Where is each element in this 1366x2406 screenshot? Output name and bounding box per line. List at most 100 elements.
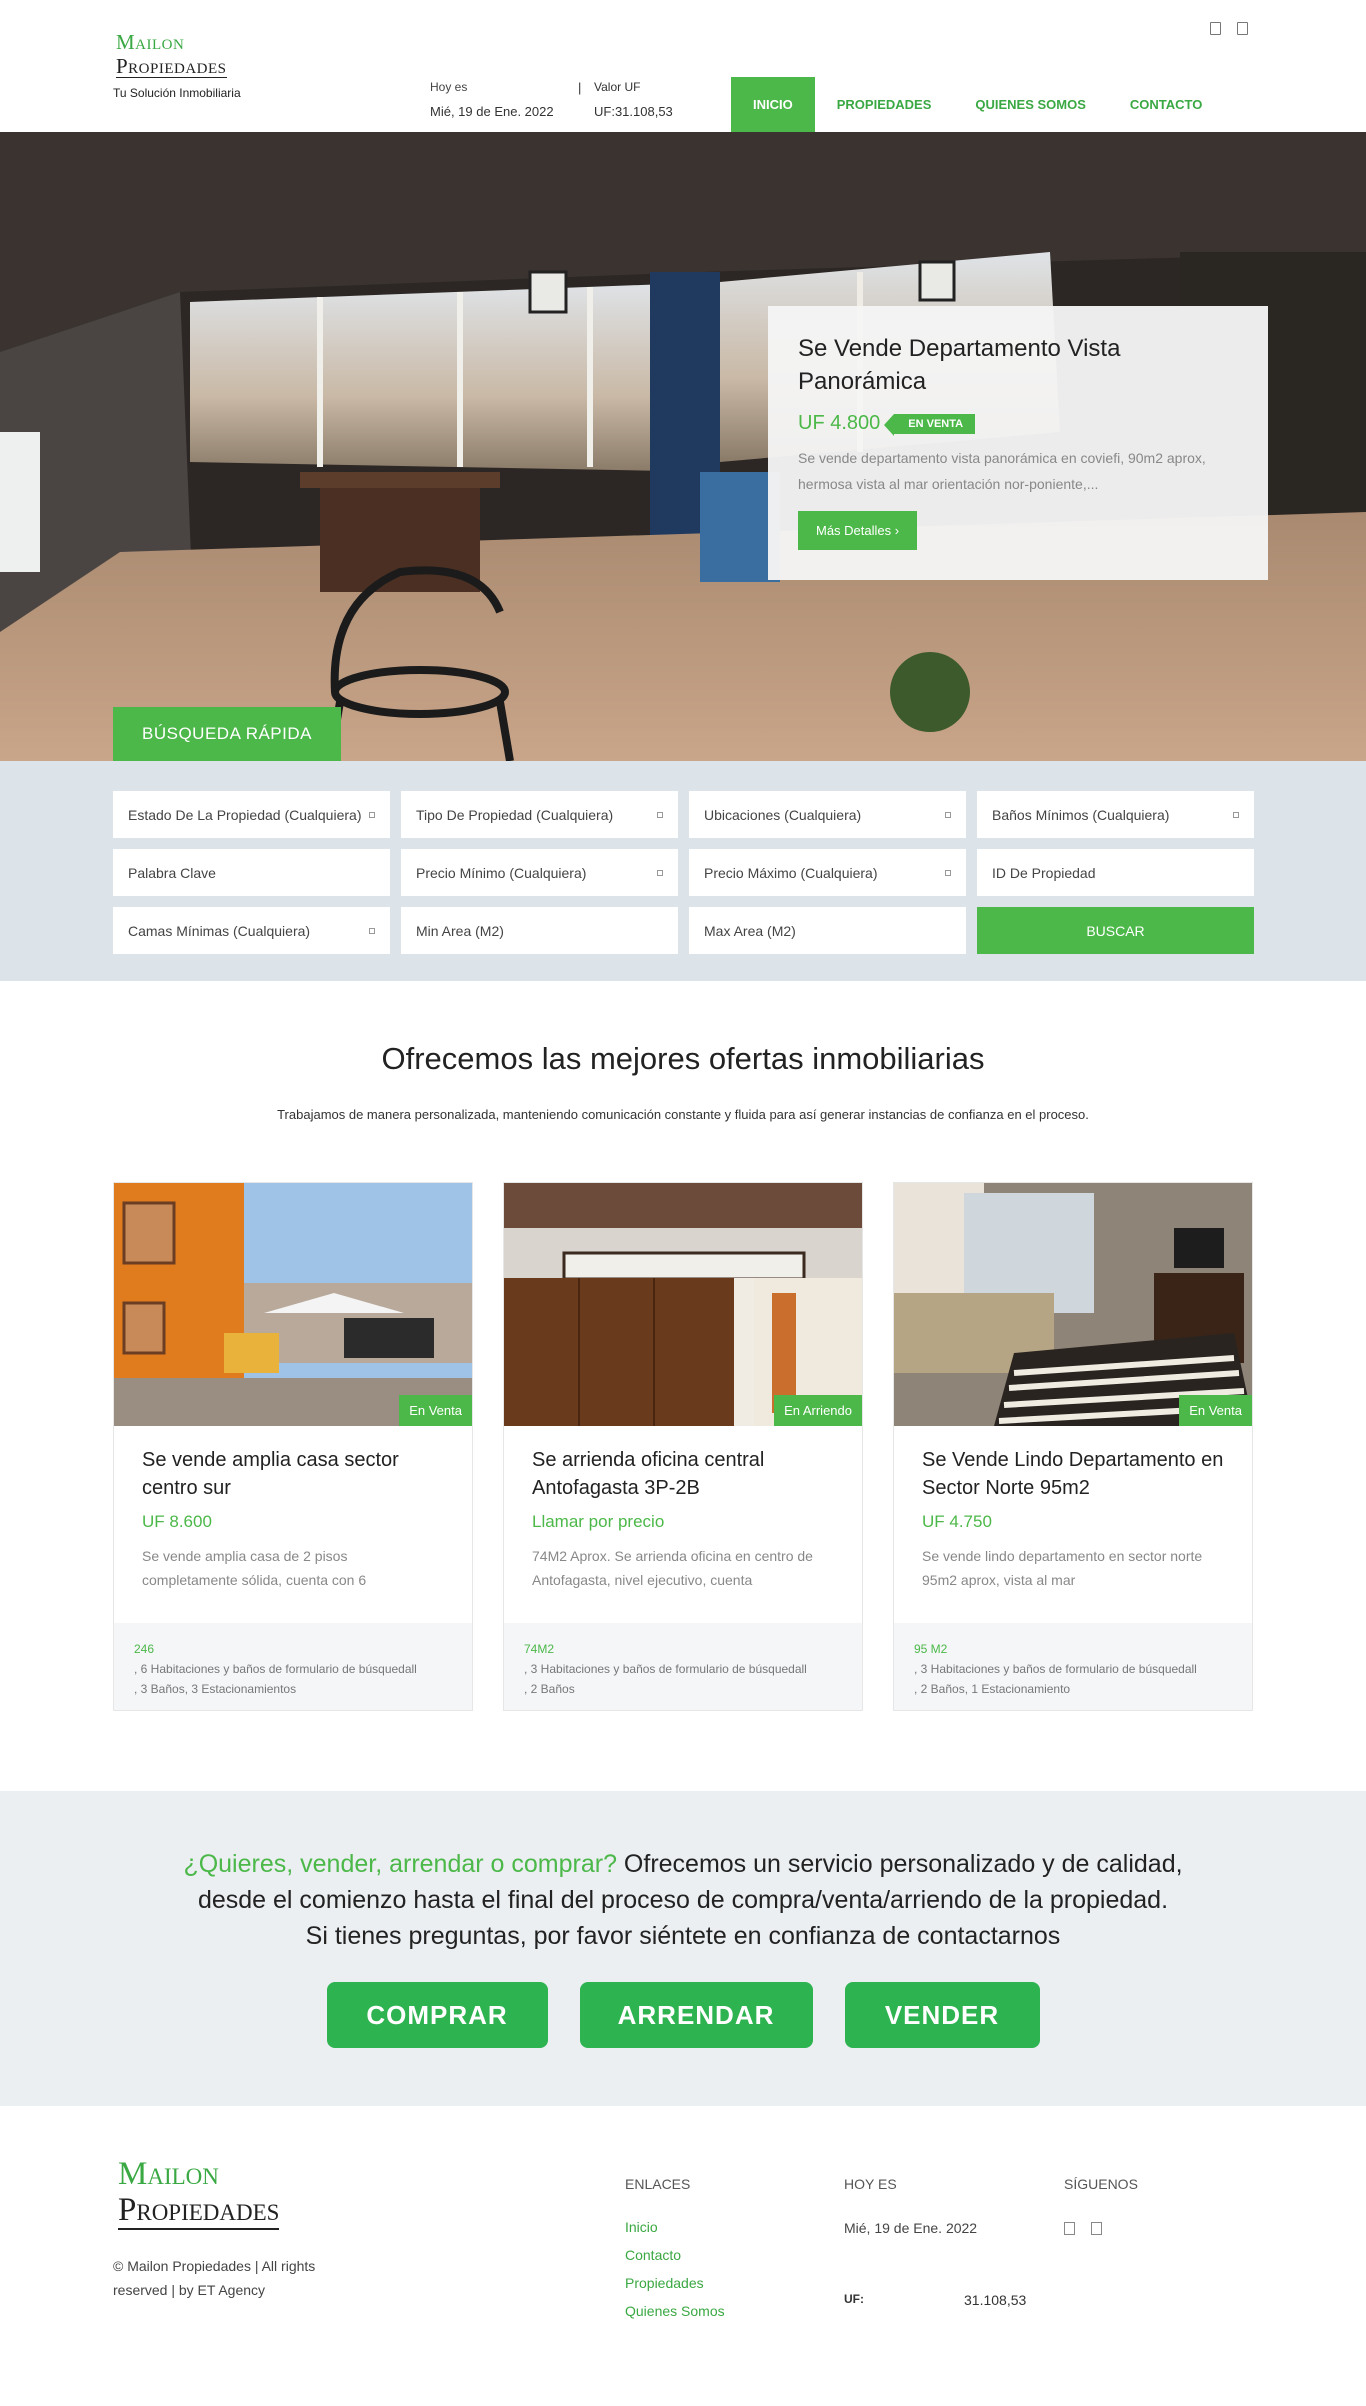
tagline: Tu Solución Inmobiliaria [113, 86, 241, 100]
today-heading: HOY ES [844, 2176, 897, 2192]
card-area: 95 M2 [914, 1642, 948, 1656]
cta-line-3: Si tienes preguntas, por favor siéntete … [305, 1922, 1061, 1950]
nav-inicio[interactable]: INICIO [731, 77, 815, 132]
min-price-select[interactable]: Precio Mínimo (Cualquiera) [401, 849, 678, 896]
property-image[interactable]: En Arriendo [504, 1183, 862, 1426]
uf-value: UF:31.108,53 [594, 104, 673, 119]
search-button[interactable]: BUSCAR [977, 907, 1254, 954]
max-price-label: Precio Máximo (Cualquiera) [704, 864, 878, 881]
cta-line-2: desde el comienzo hasta el final del pro… [197, 1886, 1169, 1914]
cta-highlight: ¿Quieres, vender, arrendar o comprar? [183, 1850, 617, 1878]
min-baths-label: Baños Mínimos (Cualquiera) [992, 806, 1170, 823]
footer-link-propiedades[interactable]: Propiedades [625, 2274, 725, 2292]
uf-label: Valor UF [594, 80, 641, 94]
offers-subheading: Trabajamos de manera personalizada, mant… [277, 1107, 1089, 1122]
date-value: Mié, 19 de Ene. 2022 [430, 104, 554, 119]
instagram-icon[interactable] [1091, 2222, 1102, 2235]
links-heading: ENLACES [625, 2176, 691, 2192]
card-meta: 95 M2 , 3 Habitaciones y baños de formul… [894, 1623, 1252, 1710]
footer-link-inicio[interactable]: Inicio [625, 2218, 725, 2236]
card-title[interactable]: Se Vende Lindo Departamento en Sector No… [922, 1446, 1224, 1502]
card-title[interactable]: Se vende amplia casa sector centro sur [142, 1446, 444, 1502]
property-card[interactable]: En Venta Se vende amplia casa sector cen… [113, 1182, 473, 1711]
logo-line1: Mailon [116, 30, 185, 54]
header-separator: | [578, 80, 582, 95]
type-select[interactable]: Tipo De Propiedad (Cualquiera) [401, 791, 678, 838]
min-beds-select[interactable]: Camas Mínimas (Cualquiera) [113, 907, 390, 954]
facebook-icon[interactable] [1210, 22, 1221, 35]
property-image[interactable]: En Venta [894, 1183, 1252, 1426]
featured-title[interactable]: Se Vende Departamento Vista Panorámica [798, 332, 1238, 398]
card-meta: 246 , 6 Habitaciones y baños de formular… [114, 1623, 472, 1710]
more-details-button[interactable]: Más Detalles › [798, 511, 918, 550]
card-rooms: , 6 Habitaciones y baños de formulario d… [134, 1662, 417, 1676]
nav-contacto[interactable]: CONTACTO [1108, 77, 1224, 132]
hero-slider: Se Vende Departamento Vista Panorámica U… [0, 132, 1366, 761]
card-title[interactable]: Se arrienda oficina central Antofagasta … [532, 1446, 834, 1502]
property-id-input[interactable]: ID De Propiedad [977, 849, 1254, 896]
card-area: 74M2 [524, 1642, 555, 1656]
instagram-icon[interactable] [1237, 22, 1248, 35]
comprar-button[interactable]: COMPRAR [326, 1982, 548, 2048]
nav-propiedades[interactable]: PROPIEDADES [815, 77, 954, 132]
dropdown-icon [369, 811, 375, 818]
footer-social: SÍGUENOS [1064, 2176, 1138, 2235]
location-select-label: Ubicaciones (Cualquiera) [704, 806, 862, 823]
footer-uf-value: 31.108,53 [964, 2292, 1027, 2308]
card-rooms: , 3 Habitaciones y baños de formulario d… [914, 1662, 1197, 1676]
property-id-placeholder: ID De Propiedad [992, 864, 1096, 881]
cta-section: ¿Quieres, vender, arrendar o comprar? Of… [0, 1791, 1366, 2106]
quick-search-form: Estado De La Propiedad (Cualquiera) Tipo… [0, 761, 1366, 981]
footer-uf: UF: 31.108,53 [844, 2292, 1026, 2308]
date-label: Hoy es [430, 80, 468, 94]
nav-quienes-somos[interactable]: QUIENES SOMOS [953, 77, 1108, 132]
main-nav: INICIO PROPIEDADES QUIENES SOMOS CONTACT… [731, 77, 1224, 132]
dropdown-icon [369, 927, 375, 934]
footer-logo-line1: Mailon [118, 2156, 219, 2192]
card-price: Llamar por precio [532, 1512, 665, 1531]
property-card[interactable]: En Arriendo Se arrienda oficina central … [503, 1182, 863, 1711]
status-select-label: Estado De La Propiedad (Cualquiera) [128, 806, 362, 823]
follow-heading: SÍGUENOS [1064, 2176, 1138, 2192]
footer-links: ENLACES Inicio Contacto Propiedades Quie… [625, 2176, 725, 2320]
vender-button[interactable]: VENDER [844, 1982, 1040, 2048]
facebook-icon[interactable] [1064, 2222, 1075, 2235]
max-price-select[interactable]: Precio Máximo (Cualquiera) [689, 849, 966, 896]
footer-link-quienes-somos[interactable]: Quienes Somos [625, 2302, 725, 2320]
dropdown-icon [657, 869, 663, 876]
dropdown-icon [945, 811, 951, 818]
header-date: Hoy es Mié, 19 de Ene. 2022 [430, 80, 554, 119]
offers-section: Ofrecemos las mejores ofertas inmobiliar… [0, 981, 1366, 1711]
keyword-input[interactable]: Palabra Clave [113, 849, 390, 896]
card-baths: , 3 Baños, 3 Estacionamientos [134, 1682, 297, 1696]
property-card[interactable]: En Venta Se Vende Lindo Departamento en … [893, 1182, 1253, 1711]
dropdown-icon [1233, 811, 1239, 818]
card-price: UF 4.750 [922, 1512, 992, 1531]
featured-status-badge: EN VENTA [884, 413, 976, 436]
card-description: 74M2 Aprox. Se arrienda oficina en centr… [532, 1548, 813, 1588]
location-select[interactable]: Ubicaciones (Cualquiera) [689, 791, 966, 838]
featured-property-card: Se Vende Departamento Vista Panorámica U… [768, 306, 1268, 580]
min-area-input[interactable]: Min Area (M2) [401, 907, 678, 954]
max-area-placeholder: Max Area (M2) [704, 922, 796, 939]
header-uf: | Valor UF UF:31.108,53 [578, 80, 673, 119]
footer-logo[interactable]: Mailon Propiedades [118, 2156, 280, 2230]
quick-search-tab[interactable]: BÚSQUEDA RÁPIDA [113, 707, 341, 761]
logo-line2: Propiedades [116, 54, 227, 78]
status-select[interactable]: Estado De La Propiedad (Cualquiera) [113, 791, 390, 838]
offers-heading: Ofrecemos las mejores ofertas inmobiliar… [381, 1041, 985, 1076]
featured-price: UF 4.800 [798, 412, 881, 434]
card-description: Se vende amplia casa de 2 pisos completa… [142, 1548, 367, 1588]
card-area: 246 [134, 1642, 155, 1656]
card-baths: , 2 Baños [524, 1682, 575, 1696]
footer-link-contacto[interactable]: Contacto [625, 2246, 725, 2264]
max-area-input[interactable]: Max Area (M2) [689, 907, 966, 954]
property-image[interactable]: En Venta [114, 1183, 472, 1426]
min-price-label: Precio Mínimo (Cualquiera) [416, 864, 587, 881]
copyright: © Mailon Propiedades | All rights reserv… [113, 2258, 316, 2298]
site-logo[interactable]: Mailon Propiedades Tu Solución Inmobilia… [113, 30, 241, 100]
arrendar-button[interactable]: ARRENDAR [579, 1982, 813, 2048]
card-baths: , 2 Baños, 1 Estacionamiento [914, 1682, 1071, 1696]
card-status-badge: En Venta [399, 1395, 472, 1426]
min-baths-select[interactable]: Baños Mínimos (Cualquiera) [977, 791, 1254, 838]
